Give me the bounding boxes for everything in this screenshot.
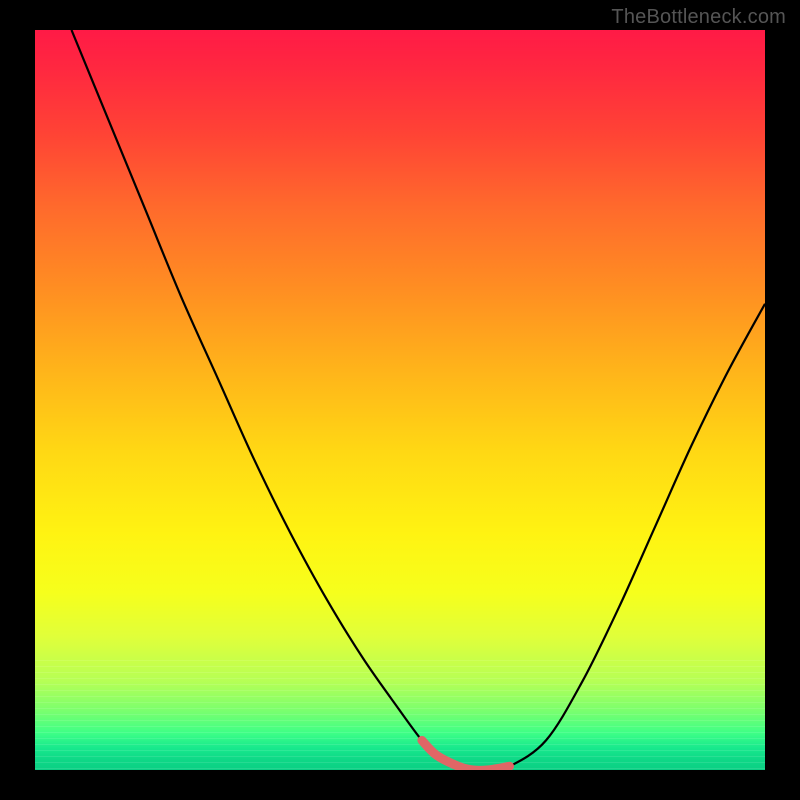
chart-frame: TheBottleneck.com	[0, 0, 800, 800]
watermark-text: TheBottleneck.com	[611, 6, 786, 29]
chart-background-gradient	[35, 30, 765, 770]
